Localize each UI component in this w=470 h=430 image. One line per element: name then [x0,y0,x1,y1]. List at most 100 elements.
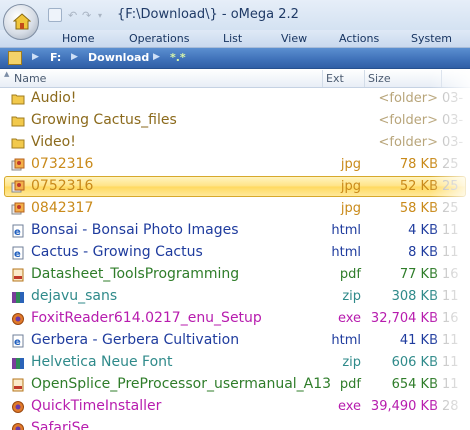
file-row[interactable]: 0732316 jpg 78 KB 25 [0,154,470,176]
file-ext: zip [342,289,361,304]
file-ext: pdf [339,267,361,282]
window-title: {F:\Download\} - oMega 2.2 [117,7,299,22]
file-size: 39,490 KB [370,399,438,414]
image-file-icon [11,158,25,172]
file-row[interactable]: OpenSplice_PreProcessor_usermanual_A13 pd… [0,374,470,396]
breadcrumb: ▶ F: ▶ Download ▶ *.* [0,48,470,69]
app-menu-button[interactable] [3,4,39,40]
tab-home[interactable]: Home [62,32,94,45]
svg-text:e: e [14,227,21,238]
file-name: Helvetica Neue Font [31,354,173,370]
archive-file-icon [11,290,25,304]
file-name: Cactus - Growing Cactus [31,244,203,260]
file-size: 606 KB [391,355,438,370]
file-row[interactable]: e Bonsai - Bonsai Photo Images html 4 KB 11 [0,220,470,242]
file-ext: jpg [340,157,361,172]
file-date: 11 [442,333,459,348]
breadcrumb-filter[interactable]: *.* [170,51,186,64]
file-date: 28 [442,399,459,414]
file-size: 41 KB [399,333,438,348]
folder-icon [11,136,25,150]
executable-file-icon [11,422,25,430]
column-size[interactable]: Size [368,72,391,85]
file-name: SafariSe [31,420,90,430]
file-list: Audio! <folder> 03- Growing Cactus_files <fo… [0,88,470,430]
folder-icon [11,114,25,128]
file-size: 77 KB [399,267,438,282]
html-file-icon: e [11,334,25,348]
file-name: 0752316 [31,178,94,194]
title-bar: ↶ ↷ ▾ {F:\Download\} - oMega 2.2 [0,0,470,30]
file-ext: jpg [340,179,361,194]
file-date: 03- [442,91,464,106]
file-row[interactable]: Video! <folder> 03- [0,132,470,154]
file-name: 0732316 [31,156,94,172]
file-row-selected[interactable]: 0752316 jpg 52 KB 25 [0,176,470,198]
file-date: 16 [442,267,459,282]
breadcrumb-arrow-icon[interactable]: ▶ [32,52,39,62]
quick-access-menu-button[interactable] [48,8,62,22]
file-ext: html [331,223,361,238]
breadcrumb-drive[interactable]: F: [50,51,61,64]
file-date: 16 [442,311,459,326]
file-name: FoxitReader614.0217_enu_Setup [31,310,262,326]
file-row[interactable]: FoxitReader614.0217_enu_Setup exe 32,704 K… [0,308,470,330]
breadcrumb-arrow-icon[interactable]: ▶ [71,52,78,62]
file-name: OpenSplice_PreProcessor_usermanual_A13 [31,376,332,392]
tab-system[interactable]: System [411,32,452,45]
pdf-file-icon [11,378,25,392]
file-date: 25 [442,201,459,216]
file-row[interactable]: Datasheet_ToolsProgramming pdf 77 KB 16 [0,264,470,286]
file-row[interactable]: 0842317 jpg 58 KB 25 [0,198,470,220]
file-row[interactable]: e Cactus - Growing Cactus html 8 KB 11 [0,242,470,264]
svg-text:e: e [14,249,21,260]
file-row[interactable]: QuickTimeInstaller exe 39,490 KB 28 [0,396,470,418]
file-name: Bonsai - Bonsai Photo Images [31,222,239,238]
file-row[interactable]: e Gerbera - Gerbera Cultivation html 41 KB 1… [0,330,470,352]
file-row[interactable]: dejavu_sans zip 308 KB 11 [0,286,470,308]
redo-icon[interactable]: ↷ [82,9,91,22]
file-size: 308 KB [391,289,438,304]
breadcrumb-folder[interactable]: Download [88,51,149,64]
file-ext: html [331,245,361,260]
file-size: <folder> [378,113,438,128]
column-ext[interactable]: Ext [326,72,344,85]
html-file-icon: e [11,224,25,238]
file-row[interactable]: Helvetica Neue Font zip 606 KB 11 [0,352,470,374]
image-file-icon [11,202,25,216]
file-name: Audio! [31,90,77,106]
file-row[interactable]: Growing Cactus_files <folder> 03- [0,110,470,132]
file-name: QuickTimeInstaller [31,398,162,414]
edit-path-icon[interactable] [8,51,22,65]
executable-file-icon [11,312,25,326]
archive-file-icon [11,356,25,370]
file-size: 52 KB [399,179,438,194]
file-size: 32,704 KB [370,311,438,326]
file-ext: exe [337,399,361,414]
column-header: ▲ Name Ext Size [0,69,470,88]
file-size: <folder> [378,91,438,106]
file-ext: jpg [340,201,361,216]
file-date: 03- [442,113,464,128]
ribbon-tabs: Home Operations List View Actions System [0,30,470,48]
file-row[interactable]: Audio! <folder> 03- [0,88,470,110]
file-ext: html [331,333,361,348]
column-name[interactable]: Name [14,72,46,85]
file-name: Datasheet_ToolsProgramming [31,266,240,282]
file-row[interactable]: SafariSe [0,418,470,430]
tab-operations[interactable]: Operations [129,32,189,45]
quick-access-dropdown-icon[interactable]: ▾ [98,11,102,20]
file-date: 03- [442,135,464,150]
executable-file-icon [11,400,25,414]
undo-icon[interactable]: ↶ [68,9,77,22]
home-icon [13,13,31,30]
pdf-file-icon [11,268,25,282]
tab-view[interactable]: View [281,32,307,45]
breadcrumb-arrow-icon[interactable]: ▶ [153,52,160,62]
file-size: 58 KB [399,201,438,216]
file-ext: pdf [339,377,361,392]
tab-actions[interactable]: Actions [339,32,379,45]
tab-list[interactable]: List [223,32,242,45]
file-ext: zip [342,355,361,370]
file-date: 11 [442,223,459,238]
